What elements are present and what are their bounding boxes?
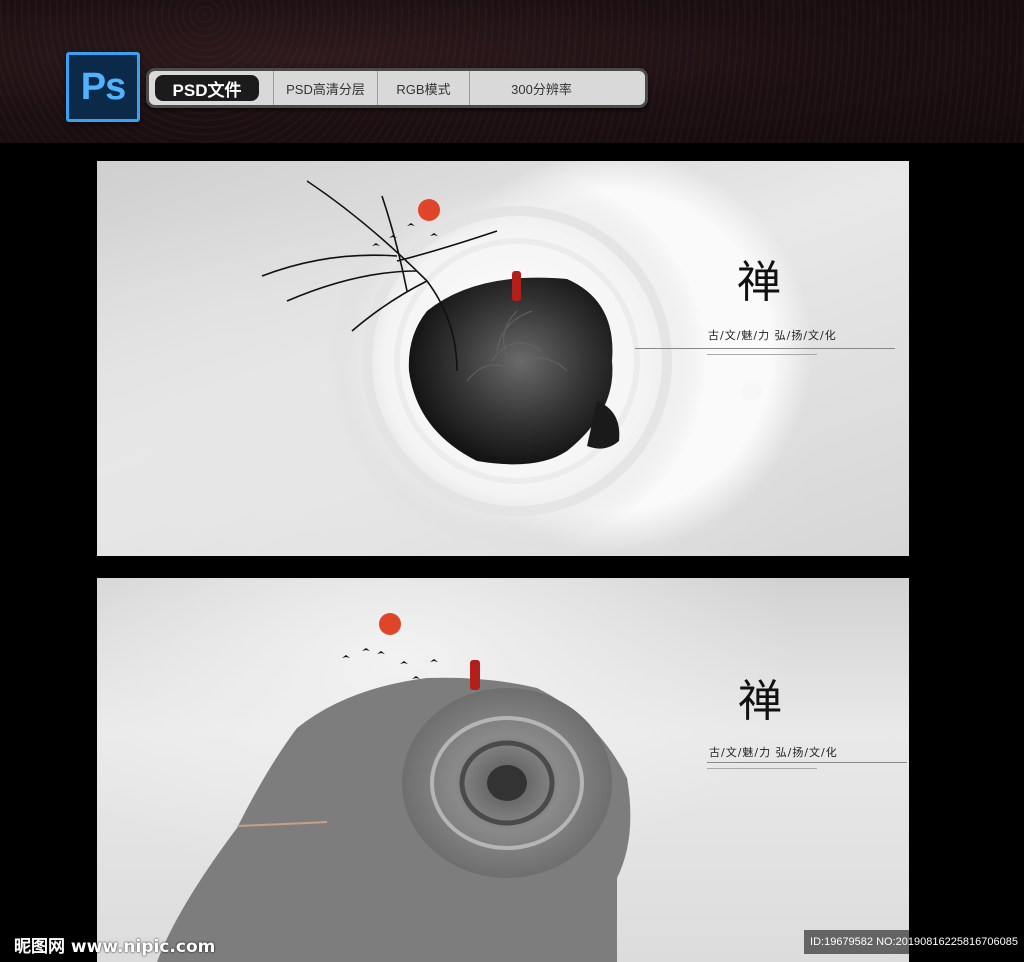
photoshop-logo-text: Ps [80, 65, 126, 108]
zen-character: 禅 [738, 676, 782, 727]
header-banner: Ps PSD文件 PSD高清分层 RGB模式 300分辨率 [0, 0, 1024, 143]
resolution-label: 300分辨率 [469, 71, 613, 105]
slogan-text: 古/文/魅/力 弘/扬/文/化 [709, 746, 838, 759]
top-artwork [261, 171, 762, 551]
photoshop-icon: Ps [66, 52, 140, 122]
site-watermark: 昵图网 www.nipic.com [14, 937, 216, 957]
fine-print-line [707, 762, 907, 763]
fine-print-line [707, 354, 817, 355]
preview-top: 禅 古/文/魅/力 弘/扬/文/化 [97, 161, 909, 556]
preview-bottom: 禅 古/文/魅/力 弘/扬/文/化 [97, 578, 909, 962]
red-sun [418, 199, 440, 221]
red-sun [379, 613, 401, 635]
red-robed-figure [470, 660, 480, 690]
fine-print-line [707, 768, 817, 769]
slogan-text: 古/文/魅/力 弘/扬/文/化 [708, 329, 837, 342]
psd-file-badge: PSD文件 [155, 75, 259, 101]
zen-character: 禅 [737, 257, 781, 308]
flying-birds [342, 648, 438, 679]
bottom-artwork [157, 613, 631, 962]
image-id-watermark: ID:19679582 NO:20190816225816706085 [804, 930, 1024, 954]
layered-label: PSD高清分层 [273, 71, 377, 105]
file-info-bar: PSD文件 PSD高清分层 RGB模式 300分辨率 [146, 68, 648, 108]
rgb-mode-label: RGB模式 [377, 71, 469, 105]
red-robed-figure [512, 271, 521, 301]
fine-print-line [635, 348, 895, 349]
